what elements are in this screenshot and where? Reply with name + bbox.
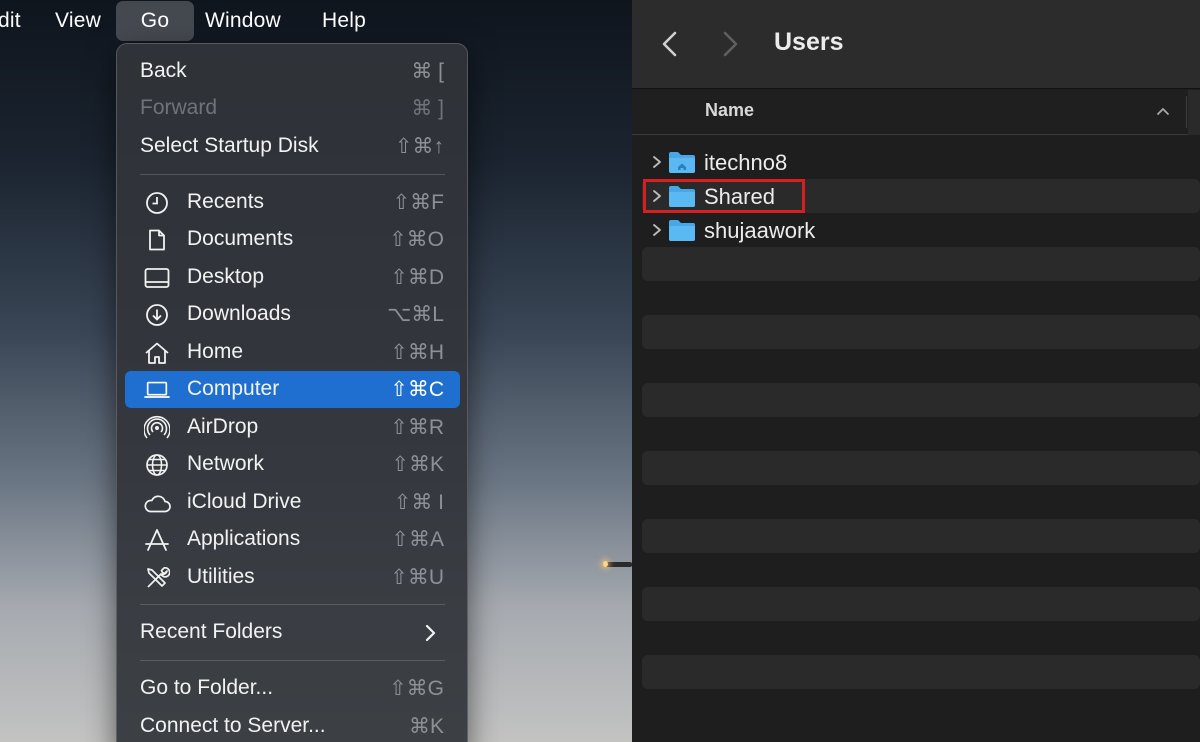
menu-item-label: Home bbox=[187, 340, 244, 363]
menu-item-label: Recents bbox=[187, 190, 265, 213]
menu-item-shortcut: ⇧⌘R bbox=[390, 416, 444, 439]
menu-item-recent-folders[interactable]: Recent Folders bbox=[125, 614, 460, 651]
sort-chevron-up-icon bbox=[1157, 108, 1169, 115]
menu-item-label: Select Startup Disk bbox=[140, 134, 319, 157]
row-stripe bbox=[642, 587, 1200, 621]
airdrop-icon bbox=[143, 414, 171, 442]
menu-item-network[interactable]: Network ⇧⌘K bbox=[125, 446, 460, 483]
menu-bar-edit[interactable]: dit bbox=[0, 0, 21, 42]
menu-separator bbox=[140, 174, 445, 175]
chevron-right-icon bbox=[425, 624, 436, 642]
menu-item-documents[interactable]: Documents ⇧⌘O bbox=[125, 221, 460, 258]
row-stripe bbox=[642, 655, 1200, 689]
back-arrow-icon[interactable] bbox=[656, 28, 684, 60]
row-stripe bbox=[642, 519, 1200, 553]
menu-item-label: AirDrop bbox=[187, 415, 259, 438]
menu-item-label: Applications bbox=[187, 527, 301, 550]
menu-item-connect-to-server[interactable]: Connect to Server... ⌘K bbox=[125, 708, 460, 742]
menu-item-back[interactable]: Back ⌘ [ bbox=[125, 53, 460, 90]
tools-icon bbox=[143, 564, 171, 592]
menu-item-shortcut: ⌥⌘L bbox=[387, 303, 444, 326]
menu-separator bbox=[140, 604, 445, 605]
menu-item-label: Network bbox=[187, 452, 265, 475]
disclosure-triangle-icon[interactable] bbox=[652, 155, 662, 169]
folder-row-shujaawork[interactable]: shujaawork bbox=[642, 213, 1200, 247]
menu-item-home[interactable]: Home ⇧⌘H bbox=[125, 334, 460, 371]
menu-item-label: iCloud Drive bbox=[187, 490, 302, 513]
menu-item-shortcut: ⇧⌘K bbox=[391, 453, 444, 476]
menu-item-forward[interactable]: Forward ⌘ ] bbox=[125, 90, 460, 127]
menu-item-label: Go to Folder... bbox=[140, 676, 274, 699]
menu-item-label: Connect to Server... bbox=[140, 714, 326, 737]
menu-item-shortcut: ⇧⌘F bbox=[392, 191, 444, 214]
menu-item-label: Recent Folders bbox=[140, 620, 283, 643]
menu-item-shortcut: ⇧⌘H bbox=[390, 341, 444, 364]
menu-item-icloud-drive[interactable]: iCloud Drive ⇧⌘ I bbox=[125, 484, 460, 521]
menu-item-label: Back bbox=[140, 59, 187, 82]
menu-bar-help[interactable]: Help bbox=[322, 0, 366, 42]
row-stripe bbox=[642, 383, 1200, 417]
row-stripe bbox=[642, 247, 1200, 281]
menu-bar-view[interactable]: View bbox=[55, 0, 101, 42]
column-divider bbox=[1186, 96, 1187, 128]
menu-item-computer[interactable]: Computer ⇧⌘C bbox=[125, 371, 460, 408]
menu-item-shortcut: ⇧⌘A bbox=[391, 528, 444, 551]
menu-item-airdrop[interactable]: AirDrop ⇧⌘R bbox=[125, 409, 460, 446]
row-stripe bbox=[642, 315, 1200, 349]
menu-item-shortcut: ⌘K bbox=[408, 715, 444, 738]
menu-separator bbox=[140, 660, 445, 661]
disclosure-triangle-icon[interactable] bbox=[652, 223, 662, 237]
menu-item-shortcut: ⇧⌘G bbox=[389, 677, 444, 700]
finder-window: Users Name itechno8 Shared shujaawork bbox=[632, 0, 1200, 742]
laptop-icon bbox=[143, 376, 171, 404]
folder-name: shujaawork bbox=[704, 218, 816, 243]
row-stripe bbox=[642, 451, 1200, 485]
folder-name: itechno8 bbox=[704, 150, 788, 175]
name-column-header[interactable]: Name bbox=[632, 90, 1188, 135]
menu-item-label: Desktop bbox=[187, 265, 265, 288]
cloud-icon bbox=[143, 489, 171, 517]
menu-bar: dit View Go Window Help bbox=[0, 0, 632, 42]
home-folder-icon bbox=[669, 152, 695, 173]
menu-item-label: Forward bbox=[140, 96, 218, 119]
menu-item-select-startup-disk[interactable]: Select Startup Disk ⇧⌘↑ bbox=[125, 128, 460, 165]
menu-item-shortcut: ⌘ [ bbox=[411, 60, 444, 83]
menu-item-shortcut: ⇧⌘C bbox=[390, 378, 444, 401]
street-lamp bbox=[603, 561, 632, 567]
menu-item-go-to-folder[interactable]: Go to Folder... ⇧⌘G bbox=[125, 670, 460, 707]
folder-icon bbox=[669, 220, 695, 241]
document-icon bbox=[143, 226, 171, 254]
menu-item-label: Documents bbox=[187, 227, 294, 250]
menu-item-shortcut: ⇧⌘↑ bbox=[394, 135, 444, 158]
menu-item-shortcut: ⇧⌘U bbox=[390, 566, 444, 589]
menu-item-shortcut: ⇧⌘O bbox=[389, 228, 444, 251]
menu-item-shortcut: ⌘ ] bbox=[411, 97, 444, 120]
forward-arrow-icon[interactable] bbox=[716, 28, 744, 60]
menu-item-recents[interactable]: Recents ⇧⌘F bbox=[125, 184, 460, 221]
finder-toolbar: Users bbox=[632, 0, 1200, 89]
header-scroll-corner bbox=[1188, 90, 1200, 135]
menu-item-applications[interactable]: Applications ⇧⌘A bbox=[125, 521, 460, 558]
go-menu: Back ⌘ [ Forward ⌘ ] Select Startup Disk… bbox=[116, 43, 468, 742]
desktop-icon bbox=[143, 264, 171, 292]
menu-item-downloads[interactable]: Downloads ⌥⌘L bbox=[125, 296, 460, 333]
menu-item-label: Utilities bbox=[187, 565, 255, 588]
home-icon bbox=[143, 339, 171, 367]
menu-item-shortcut: ⇧⌘D bbox=[390, 266, 444, 289]
menu-item-desktop[interactable]: Desktop ⇧⌘D bbox=[125, 259, 460, 296]
column-header-label: Name bbox=[705, 100, 755, 120]
annotation-highlight-box bbox=[643, 179, 805, 213]
menu-bar-go[interactable]: Go bbox=[116, 1, 194, 41]
menu-bar-window[interactable]: Window bbox=[205, 0, 281, 42]
globe-icon bbox=[143, 451, 171, 479]
window-title: Users bbox=[774, 28, 844, 56]
menu-item-label: Computer bbox=[187, 377, 280, 400]
download-icon bbox=[143, 301, 171, 329]
menu-item-label: Downloads bbox=[187, 302, 291, 325]
folder-row-itechno8[interactable]: itechno8 bbox=[642, 145, 1200, 179]
menu-item-utilities[interactable]: Utilities ⇧⌘U bbox=[125, 559, 460, 596]
clock-icon bbox=[143, 189, 171, 217]
applications-icon bbox=[143, 526, 171, 554]
menu-item-shortcut: ⇧⌘ I bbox=[393, 491, 444, 514]
